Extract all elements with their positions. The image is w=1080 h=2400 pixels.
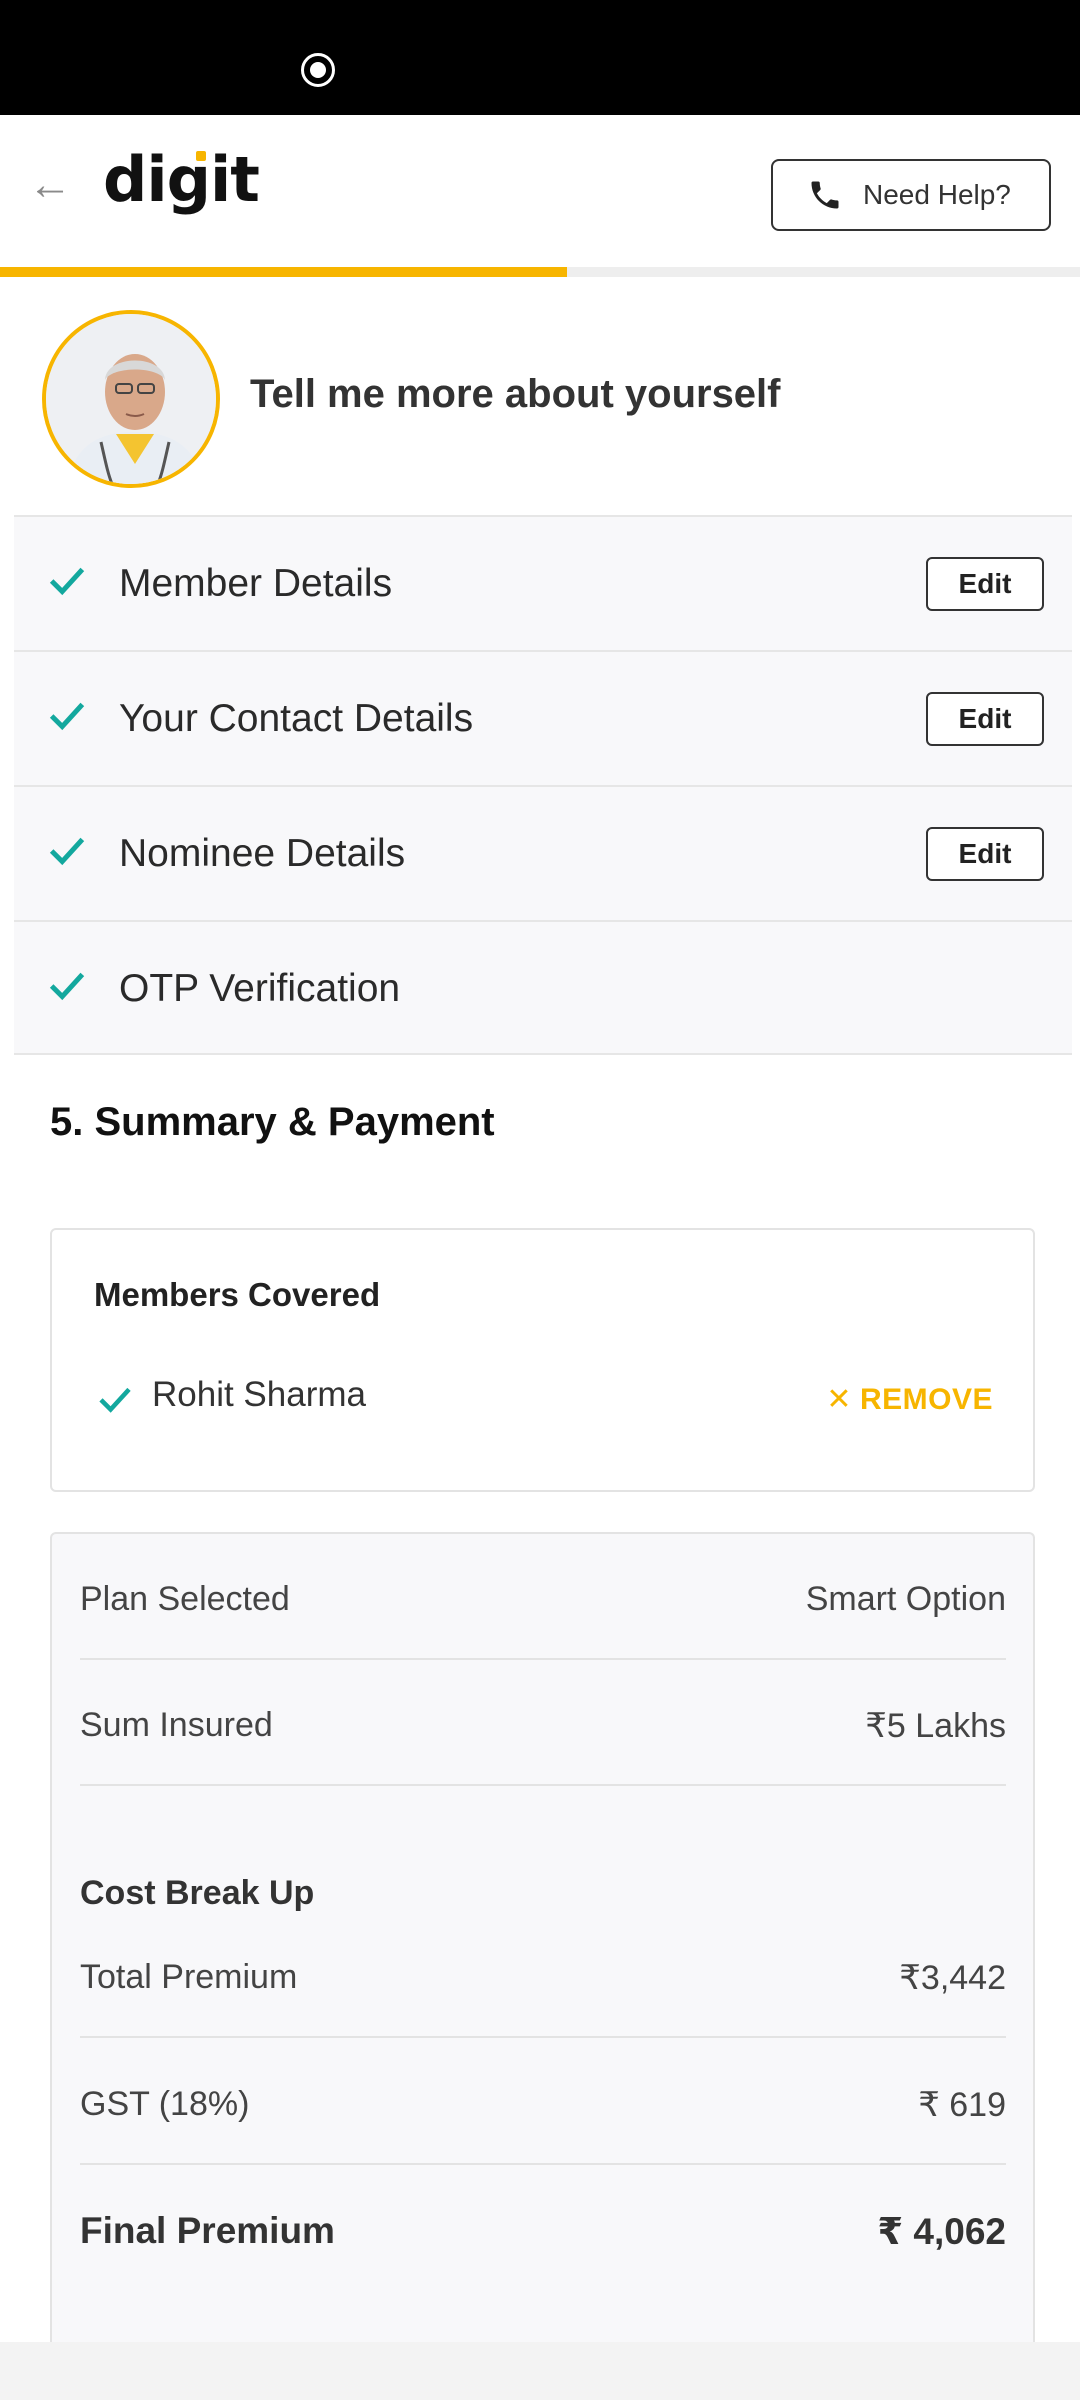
progress-bar bbox=[0, 267, 1080, 277]
progress-fill bbox=[0, 267, 567, 277]
intro-heading: Tell me more about yourself bbox=[250, 372, 781, 416]
edit-member-details-button[interactable]: Edit bbox=[926, 557, 1044, 611]
sum-insured-label: Sum Insured bbox=[80, 1706, 273, 1744]
step-label: Nominee Details bbox=[119, 832, 406, 875]
step-label: Your Contact Details bbox=[119, 697, 474, 740]
steps-list: Member Details Edit Your Contact Details… bbox=[14, 515, 1072, 1055]
members-covered-card: Members Covered Rohit Sharma ✕ REMOVE bbox=[50, 1228, 1035, 1492]
member-name: Rohit Sharma bbox=[152, 1375, 366, 1414]
step-nominee-details: Nominee Details Edit bbox=[14, 785, 1072, 920]
back-arrow-icon[interactable]: ← bbox=[22, 157, 78, 213]
check-icon bbox=[99, 1387, 131, 1413]
summary-card: Plan Selected Smart Option Sum Insured ₹… bbox=[50, 1532, 1035, 2342]
total-premium-row: Total Premium ₹3,442 bbox=[80, 1912, 1006, 2038]
step-label: Member Details bbox=[119, 562, 393, 605]
screen-record-icon bbox=[301, 53, 335, 87]
bottom-nav-area bbox=[0, 2342, 1080, 2400]
check-icon bbox=[49, 972, 85, 1001]
gst-label: GST (18%) bbox=[80, 2085, 250, 2123]
total-premium-value: ₹3,442 bbox=[899, 1959, 1006, 1997]
close-icon: ✕ bbox=[826, 1383, 852, 1416]
members-covered-title: Members Covered bbox=[94, 1276, 381, 1313]
intro-banner: Tell me more about yourself bbox=[0, 300, 1080, 490]
total-premium-label: Total Premium bbox=[80, 1958, 298, 1996]
check-icon bbox=[49, 567, 85, 596]
logo-accent-dot bbox=[196, 151, 206, 161]
phone-icon bbox=[811, 181, 839, 209]
digit-logo: digit bbox=[103, 143, 260, 216]
plan-selected-row: Plan Selected Smart Option bbox=[80, 1534, 1006, 1660]
need-help-button[interactable]: Need Help? bbox=[771, 159, 1051, 231]
plan-selected-label: Plan Selected bbox=[80, 1580, 290, 1618]
status-bar bbox=[0, 0, 1080, 115]
cost-breakup-heading: Cost Break Up bbox=[80, 1874, 315, 1912]
need-help-label: Need Help? bbox=[863, 179, 1011, 210]
final-premium-row: Final Premium ₹ 4,062 bbox=[80, 2164, 1006, 2290]
sum-insured-value: ₹5 Lakhs bbox=[865, 1707, 1006, 1745]
check-icon bbox=[49, 837, 85, 866]
gst-value: ₹ 619 bbox=[918, 2086, 1006, 2124]
app-header: ← digit Need Help? bbox=[0, 115, 1080, 267]
step-member-details: Member Details Edit bbox=[14, 515, 1072, 650]
remove-member-button[interactable]: ✕ REMOVE bbox=[826, 1382, 993, 1417]
gst-row: GST (18%) ₹ 619 bbox=[80, 2039, 1006, 2165]
remove-label: REMOVE bbox=[859, 1383, 993, 1416]
step-otp-verification: OTP Verification bbox=[14, 920, 1072, 1055]
edit-contact-details-button[interactable]: Edit bbox=[926, 692, 1044, 746]
sum-insured-row: Sum Insured ₹5 Lakhs bbox=[80, 1660, 1006, 1786]
summary-section-title: 5. Summary & Payment bbox=[50, 1100, 495, 1144]
step-contact-details: Your Contact Details Edit bbox=[14, 650, 1072, 785]
check-icon bbox=[49, 702, 85, 731]
doctor-avatar bbox=[42, 310, 220, 488]
plan-selected-value: Smart Option bbox=[805, 1580, 1006, 1618]
final-premium-value: ₹ 4,062 bbox=[877, 2211, 1006, 2252]
edit-nominee-details-button[interactable]: Edit bbox=[926, 827, 1044, 881]
final-premium-label: Final Premium bbox=[80, 2210, 335, 2251]
step-label: OTP Verification bbox=[119, 967, 401, 1010]
